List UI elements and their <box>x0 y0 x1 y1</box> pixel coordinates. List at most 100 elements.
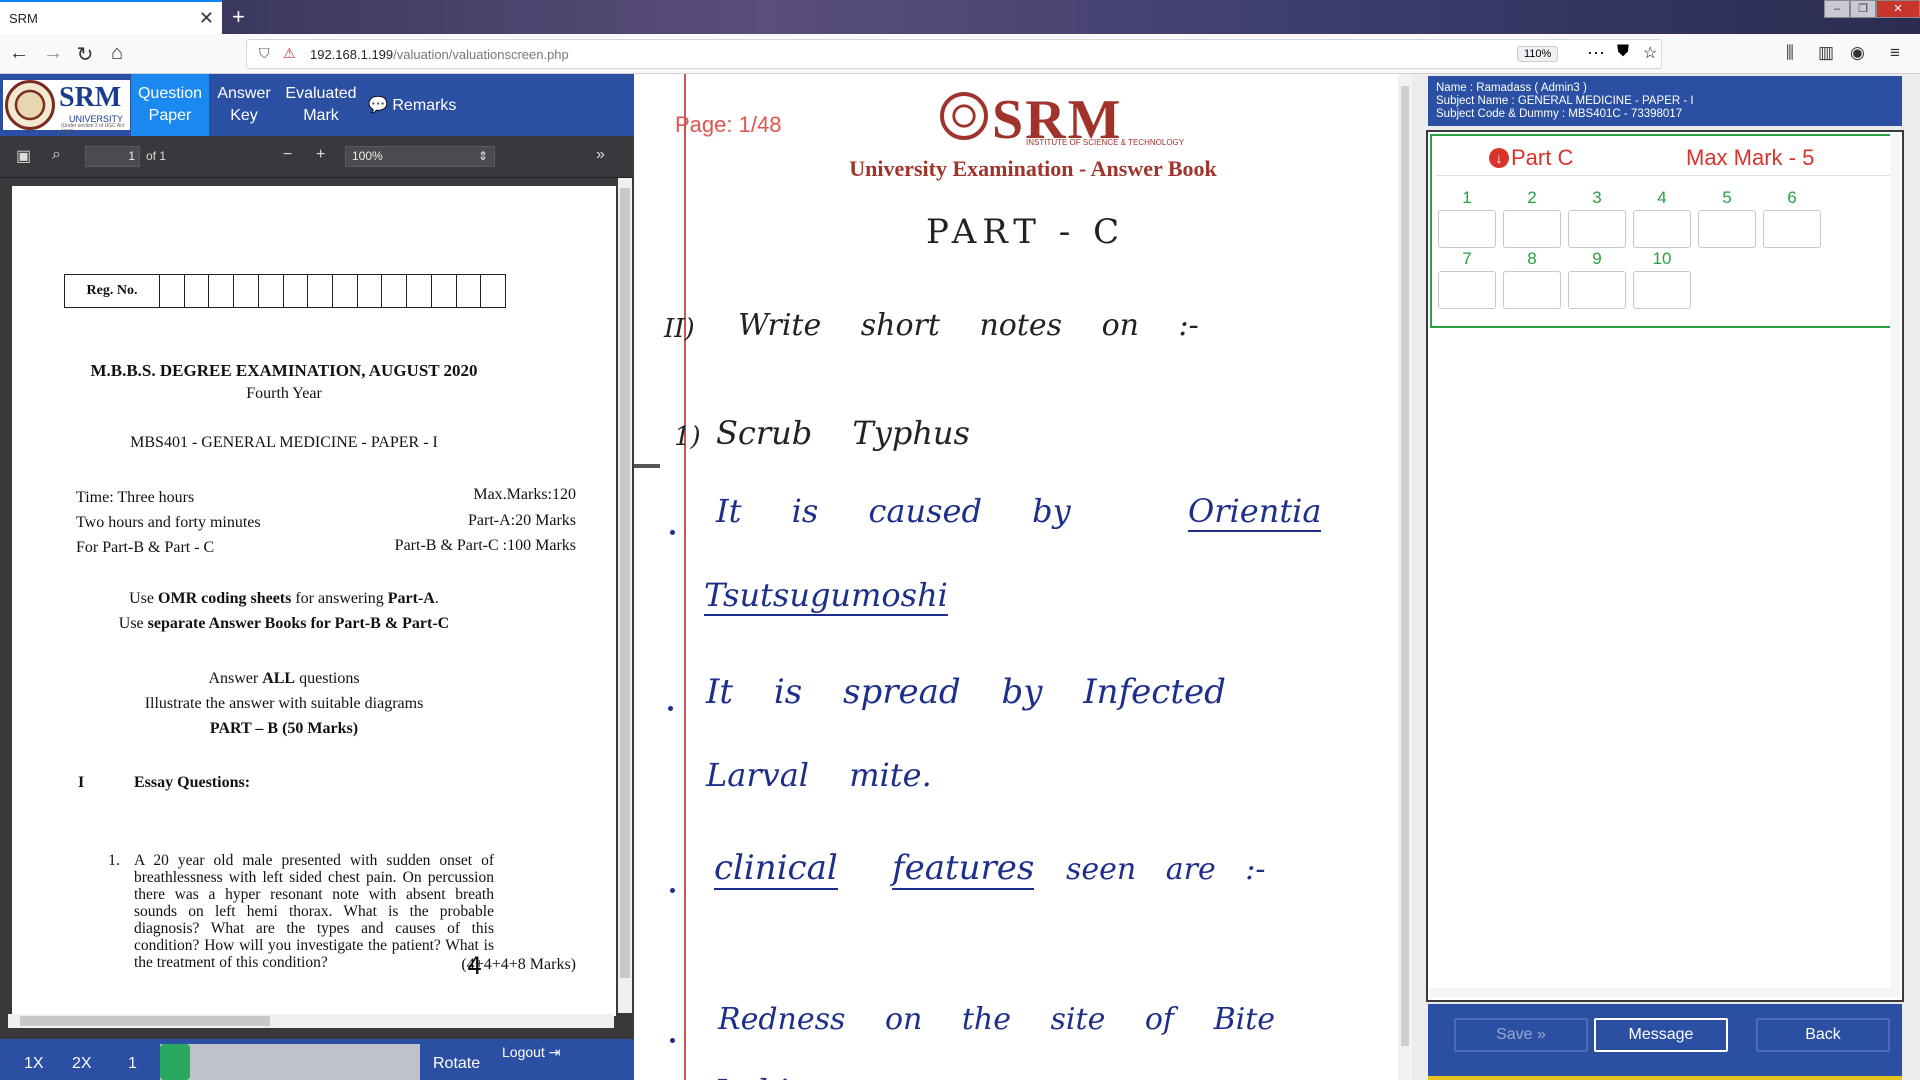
pdf-vertical-scrollbar[interactable] <box>618 178 632 1013</box>
restore-icon[interactable]: ❐ <box>1850 0 1876 18</box>
subject-code: Subject Code & Dummy : MBS401C - 7339801… <box>1436 108 1683 120</box>
question-text: A 20 year old male presented with sudden… <box>134 852 494 971</box>
insecure-lock-icon[interactable]: ⚠ <box>283 45 296 62</box>
url-text[interactable]: 192.168.1.199/valuation/valuationscreen.… <box>310 47 569 62</box>
url-path: /valuation/valuationscreen.php <box>393 47 569 62</box>
separate-book-instruction: Use separate Answer Books for Part-B & P… <box>118 615 450 632</box>
mark-input-q4[interactable] <box>1633 210 1691 248</box>
library-icon[interactable]: ⫼ <box>1786 43 1794 63</box>
mark-panel-vertical-scrollbar[interactable] <box>1890 134 1900 998</box>
bookmark-star-icon[interactable]: ☆ <box>1643 43 1657 63</box>
left-bottom-toolbar: 1X 2X 1 Rotate Logout ⇥ <box>0 1039 634 1080</box>
address-bar[interactable]: ⛉ ⚠ 192.168.1.199/valuation/valuationscr… <box>246 39 1662 69</box>
zoom-1x-button[interactable]: 1X <box>24 1055 44 1073</box>
minimize-icon[interactable]: – <box>1824 0 1850 18</box>
mark-input-q7[interactable] <box>1438 271 1496 309</box>
mark-input-q6[interactable] <box>1763 210 1821 248</box>
question-number: 7 <box>1462 249 1472 268</box>
sub-question-number: 1) <box>674 422 701 452</box>
search-icon[interactable]: ⌕ <box>52 146 61 164</box>
mark-input-q1[interactable] <box>1438 210 1496 248</box>
answer-line: features <box>892 848 1035 890</box>
zoom-in-icon[interactable]: + <box>316 146 325 164</box>
part-a-marks: Part-A:20 Marks <box>468 512 576 529</box>
zoom-out-icon[interactable]: − <box>283 146 292 164</box>
question-number: 3 <box>1592 188 1602 207</box>
button-line1: Evaluated <box>285 85 357 102</box>
question-number: 1. <box>108 852 120 869</box>
slider-handle[interactable] <box>160 1044 190 1080</box>
mark-panel-horizontal-scrollbar[interactable] <box>1430 988 1890 998</box>
shield-icon[interactable]: ⛉ <box>259 45 270 62</box>
question-label: II) <box>664 314 695 344</box>
max-mark-label: Max Mark - 5 <box>1686 145 1815 170</box>
tab-close-icon[interactable]: ✕ <box>199 8 214 29</box>
mark-input-q5[interactable] <box>1698 210 1756 248</box>
logo-small-text: (Under section 3 of UGC Act 1956) <box>61 123 125 135</box>
button-line2: Key <box>230 107 258 124</box>
answer-all-instruction: Answer ALL questions <box>208 670 360 687</box>
toggle-sidebar-icon[interactable]: ▣ <box>16 146 31 166</box>
part-c-heading: PART - C <box>926 212 1126 252</box>
menu-icon[interactable]: ≡ <box>1890 43 1900 63</box>
answer-key-button[interactable]: Answer Key <box>211 74 277 136</box>
answer-line: Orientia <box>1188 492 1322 532</box>
zoom-indicator[interactable]: 110% <box>1517 46 1559 62</box>
page-number-input[interactable]: 1 <box>85 146 140 167</box>
university-seal-icon <box>5 80 55 130</box>
srm-seal-icon <box>940 92 988 140</box>
mark-input-q3[interactable] <box>1568 210 1626 248</box>
zoom-select[interactable]: 100% ⇕ <box>345 146 495 167</box>
mark-input-q10[interactable] <box>1633 271 1691 309</box>
rotate-button[interactable]: Rotate <box>433 1055 480 1073</box>
reload-icon[interactable]: ↻ <box>72 42 98 67</box>
new-tab-button[interactable]: + <box>232 4 245 30</box>
question-paper-page: Reg. No. M.B.B.S. DEGREE EXAMINATION, AU… <box>12 186 616 1016</box>
message-button[interactable]: Message <box>1594 1018 1728 1052</box>
question-number: 1 <box>1462 188 1472 207</box>
account-icon[interactable]: ◉ <box>1850 43 1865 63</box>
question-number: 5 <box>1722 188 1732 207</box>
tools-expand-icon[interactable]: » <box>596 146 605 164</box>
pdf-horizontal-scrollbar[interactable] <box>8 1014 614 1028</box>
part-bc-marks: Part-B & Part-C :100 Marks <box>394 537 576 554</box>
answer-book-pane[interactable]: Page: 1/48 SRM INSTITUTE OF SCIENCE & TE… <box>634 74 1412 1080</box>
save-button[interactable]: Save » <box>1454 1018 1588 1052</box>
arrow-down-circle-icon: ↓ <box>1489 148 1509 168</box>
reg-no-box: Reg. No. <box>64 274 506 308</box>
home-icon[interactable]: ⌂ <box>104 42 130 65</box>
mark-input-q8[interactable] <box>1503 271 1561 309</box>
button-line2: Mark <box>303 107 339 124</box>
mark-entry-panel: ↓ Part C Max Mark - 5 1 2 3 4 5 6 7 8 9 1… <box>1426 130 1904 1002</box>
evaluated-mark-button[interactable]: Evaluated Mark <box>279 74 363 136</box>
remarks-button[interactable]: 💬 Remarks <box>368 95 456 115</box>
answer-line: It is caused by <box>716 492 1071 530</box>
pocket-icon[interactable]: ⛊ <box>1617 43 1629 61</box>
mark-input-q2[interactable] <box>1503 210 1561 248</box>
sidebar-icon[interactable]: ▥ <box>1818 43 1834 63</box>
margin-line <box>684 74 686 1080</box>
button-line2: Paper <box>148 107 192 124</box>
browser-tab[interactable]: SRM ✕ <box>0 0 222 34</box>
section-title: Essay Questions: <box>134 774 251 791</box>
action-bar: Save » Message Back <box>1428 1004 1902 1080</box>
srm-logo-tag: INSTITUTE OF SCIENCE & TECHNOLOGY <box>1026 138 1185 147</box>
part-c-header[interactable]: ↓ Part C Max Mark - 5 <box>1436 138 1890 176</box>
pdf-toolbar: ▣ ⌕ 1 of 1 − + 100% ⇕ » <box>0 136 634 178</box>
zoom-slider[interactable] <box>160 1044 420 1080</box>
zoom-2x-button[interactable]: 2X <box>72 1055 92 1073</box>
question-paper-button[interactable]: Question Paper <box>131 74 209 136</box>
browser-tab-bar: SRM ✕ + – ❐ ✕ <box>0 0 1920 34</box>
logout-button[interactable]: Logout ⇥ <box>502 1044 560 1061</box>
pdf-viewport[interactable]: Reg. No. M.B.B.S. DEGREE EXAMINATION, AU… <box>0 178 634 1016</box>
back-arrow-icon[interactable]: ← <box>6 42 32 65</box>
answer-vertical-scrollbar[interactable] <box>1398 74 1412 1080</box>
forward-arrow-icon[interactable]: → <box>40 42 66 65</box>
mark-input-q9[interactable] <box>1568 271 1626 309</box>
part-label[interactable]: ↓ Part C <box>1489 145 1573 171</box>
more-actions-icon[interactable]: ··· <box>1587 42 1605 63</box>
dropdown-icon: ⇕ <box>477 149 488 163</box>
back-button[interactable]: Back <box>1756 1018 1890 1052</box>
answer-line: clinical <box>714 848 838 890</box>
window-close-icon[interactable]: ✕ <box>1876 0 1920 18</box>
